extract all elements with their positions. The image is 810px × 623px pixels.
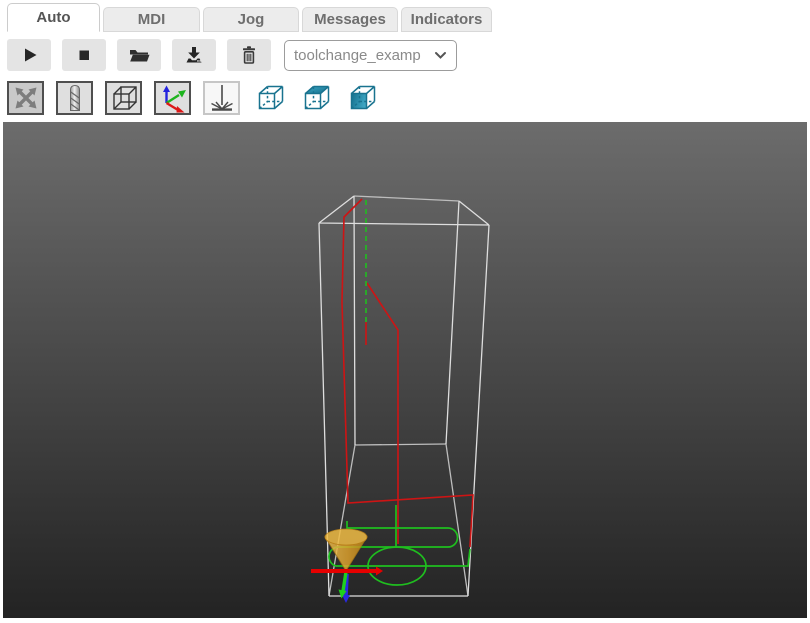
tab-bar: Auto MDI Jog Messages Indicators xyxy=(7,3,495,32)
tab-indicators[interactable]: Indicators xyxy=(401,7,492,32)
chevron-down-icon xyxy=(434,51,447,60)
upload-file-button[interactable] xyxy=(172,39,216,71)
tab-mdi[interactable]: MDI xyxy=(103,7,200,32)
view-front-button[interactable] xyxy=(344,81,381,115)
xyz-axes-icon xyxy=(158,83,188,113)
spark-icon xyxy=(207,83,237,113)
tab-jog[interactable]: Jog xyxy=(203,7,299,32)
teal-wireframe-cube-icon xyxy=(255,82,287,114)
show-machine-bounds-button[interactable] xyxy=(105,81,142,115)
trash-icon xyxy=(237,43,261,67)
open-file-button[interactable] xyxy=(117,39,161,71)
endmill-icon xyxy=(60,83,90,113)
wireframe-cube-icon xyxy=(109,83,139,113)
folder-open-icon xyxy=(127,43,151,67)
delete-file-button[interactable] xyxy=(227,39,271,71)
gcode-file-select-value: toolchange_examp xyxy=(294,47,434,64)
view-perspective-button[interactable] xyxy=(252,81,289,115)
view-toolbar xyxy=(7,81,390,115)
teal-cube-top-face-icon xyxy=(301,82,333,114)
origin-axes xyxy=(311,567,383,604)
backplot-3d-viewport[interactable] xyxy=(3,122,807,618)
show-tool-button[interactable] xyxy=(56,81,93,115)
tab-auto[interactable]: Auto xyxy=(7,3,100,32)
stop-icon xyxy=(72,43,96,67)
file-toolbar: toolchange_examp xyxy=(7,39,457,71)
stop-program-button[interactable] xyxy=(62,39,106,71)
teal-cube-front-face-icon xyxy=(347,82,379,114)
gcode-file-select[interactable]: toolchange_examp xyxy=(284,40,457,71)
expand-arrows-icon xyxy=(11,83,41,113)
show-spindle-button[interactable] xyxy=(203,81,240,115)
backplot-scene xyxy=(3,122,807,618)
play-icon xyxy=(17,43,41,67)
zoom-to-extents-button[interactable] xyxy=(7,81,44,115)
show-axes-button[interactable] xyxy=(154,81,191,115)
download-tray-icon xyxy=(182,43,206,67)
tab-messages[interactable]: Messages xyxy=(302,7,398,32)
run-program-button[interactable] xyxy=(7,39,51,71)
view-top-button[interactable] xyxy=(298,81,335,115)
